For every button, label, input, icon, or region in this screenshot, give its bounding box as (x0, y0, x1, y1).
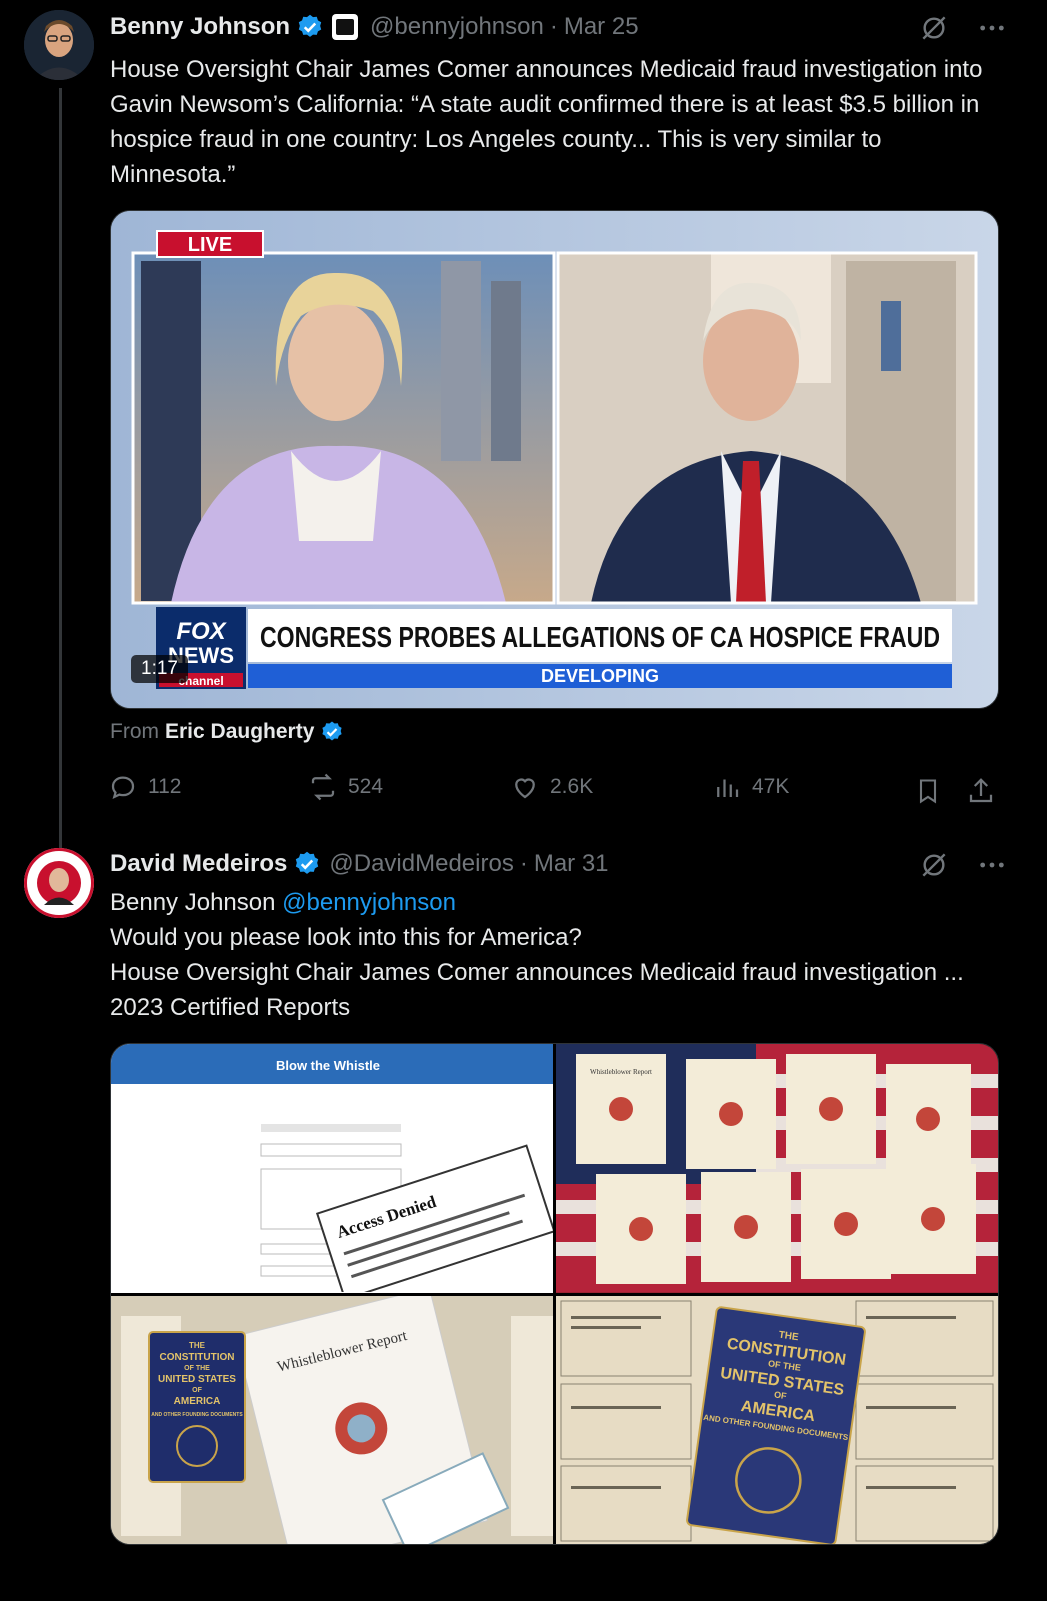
book-line6: AMERICA (174, 1396, 221, 1407)
tweet-date[interactable]: Mar 31 (534, 850, 609, 878)
repost-icon (311, 773, 335, 801)
tweet1-header: Benny Johnson @bennyjohnson · Mar 25 (110, 9, 639, 45)
views-button[interactable]: 47K (712, 772, 789, 802)
chyron-developing: DEVELOPING (541, 666, 659, 686)
tweet2-top-actions (918, 849, 1008, 881)
image-constitution-receipts[interactable]: THE CONSTITUTION OF THE UNITED STATES OF… (556, 1295, 998, 1544)
tweet1-top-actions (918, 12, 1008, 44)
mention-name: Benny Johnson (110, 889, 276, 916)
grok-icon[interactable] (918, 12, 950, 44)
image-reports-flag[interactable]: Whistleblower Report (556, 1044, 998, 1293)
reply-count: 112 (148, 775, 182, 798)
like-count: 2.6K (550, 775, 594, 798)
thread-connector-line (59, 88, 62, 858)
repost-count: 524 (348, 775, 384, 798)
video-duration: 1:17 (131, 655, 188, 683)
tweet1-text: House Oversight Chair James Comer announ… (110, 56, 983, 188)
reply-button[interactable]: 112 (108, 772, 181, 802)
book-line2: CONSTITUTION (160, 1352, 235, 1363)
more-options-icon[interactable] (976, 849, 1008, 881)
video-source: From Eric Daugherty (110, 720, 352, 744)
book-line1: THE (189, 1341, 206, 1350)
book-line3: OF THE (184, 1365, 210, 1372)
views-icon (717, 779, 739, 797)
bookmark-icon[interactable] (914, 776, 942, 806)
like-button[interactable]: 2.6K (510, 772, 593, 802)
image-constitution-report[interactable]: Whistleblower Report THE CONSTITUTION OF… (111, 1295, 553, 1544)
tweet2-text: Benny Johnson @bennyjohnson Would you pl… (110, 885, 990, 1025)
verified-badge-icon[interactable] (296, 13, 324, 41)
repost-button[interactable]: 524 (308, 772, 383, 802)
avatar-david-medeiros[interactable] (24, 848, 94, 918)
affiliation-badge-icon[interactable] (332, 14, 359, 40)
source-author[interactable]: Eric Daugherty (165, 720, 314, 744)
report-caption: Whistleblower Report (590, 1068, 652, 1076)
tweet2-line2: Would you please look into this for Amer… (110, 924, 582, 951)
book-line7: AND OTHER FOUNDING DOCUMENTS (151, 1412, 243, 1418)
tweet-date[interactable]: Mar 25 (564, 13, 639, 41)
avatar-benny-johnson[interactable] (24, 10, 94, 80)
reply-icon (111, 776, 135, 800)
grok-icon[interactable] (918, 849, 950, 881)
verified-badge-icon (322, 721, 342, 741)
tweet1-action-bar: 112 524 2.6K 47K (108, 772, 998, 812)
book-line4: UNITED STATES (158, 1374, 236, 1385)
image-blow-whistle[interactable]: Blow the Whistle Access Denied (111, 1044, 553, 1293)
book2-line5: OF (773, 1389, 787, 1401)
separator-dot: · (549, 13, 558, 40)
more-options-icon[interactable] (976, 12, 1008, 44)
verified-badge-icon[interactable] (293, 850, 321, 878)
separator-dot: · (519, 850, 528, 877)
mention-link[interactable]: @bennyjohnson (282, 889, 456, 916)
author-name[interactable]: Benny Johnson (110, 13, 290, 41)
chyron-headline: CONGRESS PROBES ALLEGATIONS OF CA HOSPIC… (260, 622, 940, 654)
from-label: From (110, 720, 159, 743)
author-name[interactable]: David Medeiros (110, 850, 287, 878)
author-handle[interactable]: @bennyjohnson (370, 13, 544, 41)
tweet2-line3: House Oversight Chair James Comer announ… (110, 959, 964, 1021)
author-handle[interactable]: @DavidMedeiros (329, 850, 513, 878)
book-line5: OF (192, 1387, 202, 1394)
heart-icon (515, 778, 535, 799)
tweet2-image-grid: Blow the Whistle Access Denied Whistlebl… (110, 1043, 999, 1545)
fox-logo-top: FOX (176, 618, 227, 645)
view-count: 47K (752, 775, 790, 798)
live-badge: LIVE (188, 234, 232, 256)
share-icon[interactable] (966, 776, 996, 806)
blow-whistle-header: Blow the Whistle (276, 1058, 380, 1073)
tweet2-header: David Medeiros @DavidMedeiros · Mar 31 (110, 846, 609, 882)
tweet1-video[interactable]: LIVE FOX NEWS channel CONGRESS PROBES AL… (110, 210, 999, 709)
